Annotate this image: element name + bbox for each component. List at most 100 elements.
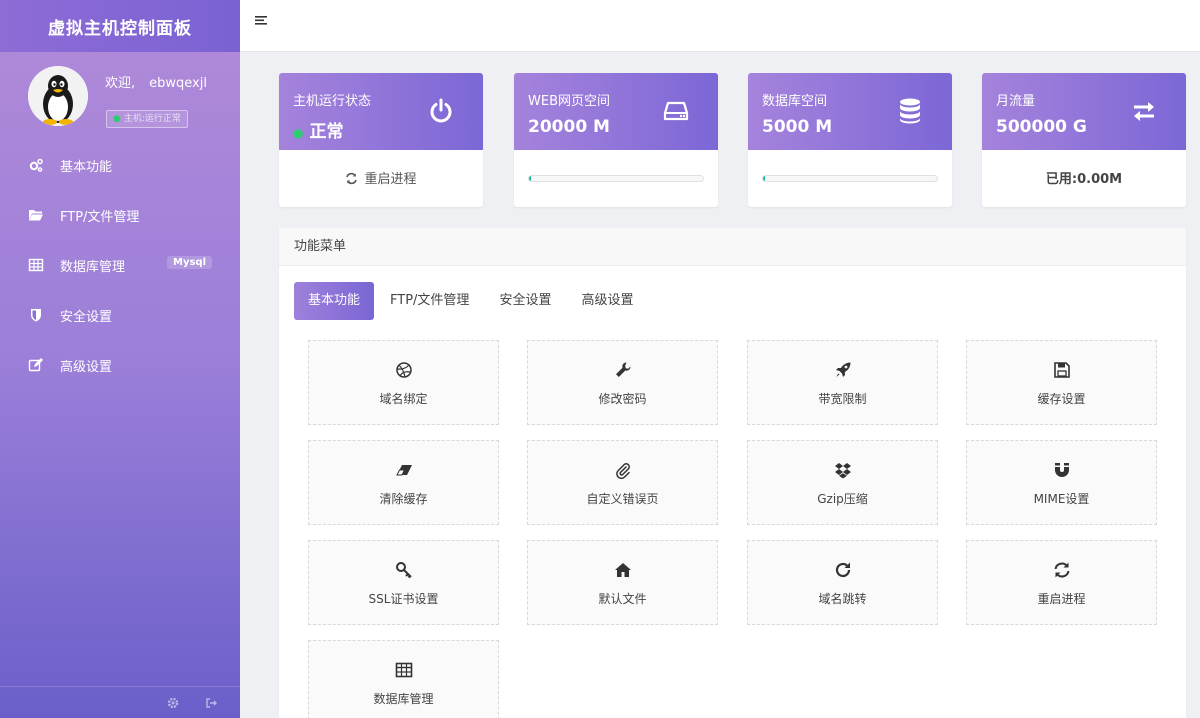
shield-icon [28,307,44,323]
redo-icon [835,562,851,578]
sidebar-item-basic[interactable]: 基本功能 [0,140,240,190]
tile-gzip[interactable]: Gzip压缩 [747,440,938,525]
power-icon [430,98,452,123]
refresh-icon [345,172,358,189]
status-dot-icon: ● [293,126,304,140]
card-value: 5000 M [762,117,833,137]
sidebar-item-label: 高级设置 [60,359,113,375]
tabs: 基本功能 FTP/文件管理 安全设置 高级设置 [294,282,649,320]
hdd-icon [663,101,689,121]
brand-title: 虚拟主机控制面板 [0,0,240,52]
menu-toggle-icon[interactable] [254,14,268,28]
tile-domain-redirect[interactable]: 域名跳转 [747,540,938,625]
database-icon [900,98,920,124]
tile-label: 缓存设置 [1037,392,1086,406]
edit-icon [28,357,44,373]
tile-label: MIME设置 [1033,492,1090,506]
tile-label: 自定义错误页 [586,492,659,506]
sidebar-item-advanced[interactable]: 高级设置 [0,340,240,390]
tile-label: 重启进程 [1037,592,1086,606]
web-space-progress [528,175,704,182]
tile-clear-cache[interactable]: 清除缓存 [308,440,499,525]
tile-domain-binding[interactable]: 域名绑定 [308,340,499,425]
sidebar-item-label: FTP/文件管理 [60,209,140,225]
cogs-icon [28,157,44,173]
tile-label: SSL证书设置 [368,592,439,606]
home-icon [615,563,631,577]
tile-label: 带宽限制 [818,392,867,406]
tile-label: 默认文件 [598,592,647,606]
logout-icon[interactable] [205,697,217,709]
tile-mime-settings[interactable]: MIME设置 [966,440,1157,525]
card-label: 数据库空间 [762,94,828,109]
progress-fill [529,176,531,181]
username: ebwqexjl [149,76,207,91]
tile-bandwidth-limit[interactable]: 带宽限制 [747,340,938,425]
progress-fill [763,176,765,181]
db-space-progress [762,175,938,182]
avatar [28,66,88,126]
card-value: 500000 G [996,117,1087,137]
card-label: 月流量 [996,94,1036,109]
tile-default-file[interactable]: 默认文件 [527,540,718,625]
card-monthly-traffic: 月流量 500000 G 已用:0.00M [982,73,1186,207]
status-badge: ● 主机:运行正常 [106,110,188,128]
table-icon [28,257,44,273]
tab-advanced[interactable]: 高级设置 [567,282,647,320]
tab-basic[interactable]: 基本功能 [294,282,375,320]
magnet-icon [1055,463,1069,477]
sidebar-item-label: 数据库管理 [60,259,126,275]
floppy-icon [1054,362,1070,378]
tile-label: Gzip压缩 [817,492,868,506]
panel-title: 功能菜单 [279,228,1186,266]
sidebar-nav: 基本功能 FTP/文件管理 数据库管理 Mysql 安全设置 高级设置 [0,140,240,390]
refresh-icon [1054,562,1070,578]
mysql-badge: Mysql [167,256,213,269]
tile-label: 数据库管理 [373,692,434,706]
sidebar-footer [0,686,240,718]
tab-ftp[interactable]: FTP/文件管理 [376,282,483,320]
tile-restart-process[interactable]: 重启进程 [966,540,1157,625]
tile-cache-settings[interactable]: 缓存设置 [966,340,1157,425]
welcome-prefix: 欢迎, [105,76,136,91]
tile-ssl-settings[interactable]: SSL证书设置 [308,540,499,625]
sidebar-item-label: 基本功能 [60,159,113,175]
top-bar [240,0,1200,52]
tile-label: 域名绑定 [379,392,428,406]
card-host-status: 主机运行状态 ● 正常 重启进程 [279,73,483,207]
card-label: 主机运行状态 [293,94,372,109]
tile-custom-error-page[interactable]: 自定义错误页 [527,440,718,525]
eraser-icon [396,465,412,476]
card-value: ● 正常 [293,117,343,142]
folder-open-icon [28,207,44,223]
function-panel: 功能菜单 基本功能 FTP/文件管理 安全设置 高级设置 域名绑定 修改密码 带… [279,228,1186,718]
exchange-icon [1134,102,1154,121]
settings-icon[interactable] [167,697,179,709]
status-badge-text: 主机:运行正常 [123,114,181,124]
card-label: WEB网页空间 [528,94,610,109]
tile-label: 域名跳转 [818,592,867,606]
tile-label: 修改密码 [598,392,647,406]
card-db-space: 数据库空间 5000 M [748,73,952,207]
sidebar-item-security[interactable]: 安全设置 [0,290,240,340]
restart-process-label: 重启进程 [364,172,417,187]
tab-security[interactable]: 安全设置 [485,282,565,320]
sidebar-item-label: 安全设置 [60,309,113,325]
user-box: 欢迎, ebwqexjl ● 主机:运行正常 [0,52,240,142]
wrench-icon [616,362,631,377]
table-icon [395,662,413,678]
key-icon [396,562,412,579]
dropbox-icon [835,463,851,479]
tile-label: 清除缓存 [379,492,428,506]
restart-process-link[interactable]: 重启进程 [279,168,483,189]
tile-database-management[interactable]: 数据库管理 [308,640,499,718]
tux-icon [28,66,88,126]
paperclip-icon [616,463,630,479]
dribbble-icon [396,362,412,378]
sidebar-item-ftp[interactable]: FTP/文件管理 [0,190,240,240]
welcome-text: 欢迎, ebwqexjl [105,72,207,91]
rocket-icon [836,362,851,377]
tile-change-password[interactable]: 修改密码 [527,340,718,425]
card-web-space: WEB网页空间 20000 M [514,73,718,207]
sidebar-item-database[interactable]: 数据库管理 Mysql [0,240,240,290]
